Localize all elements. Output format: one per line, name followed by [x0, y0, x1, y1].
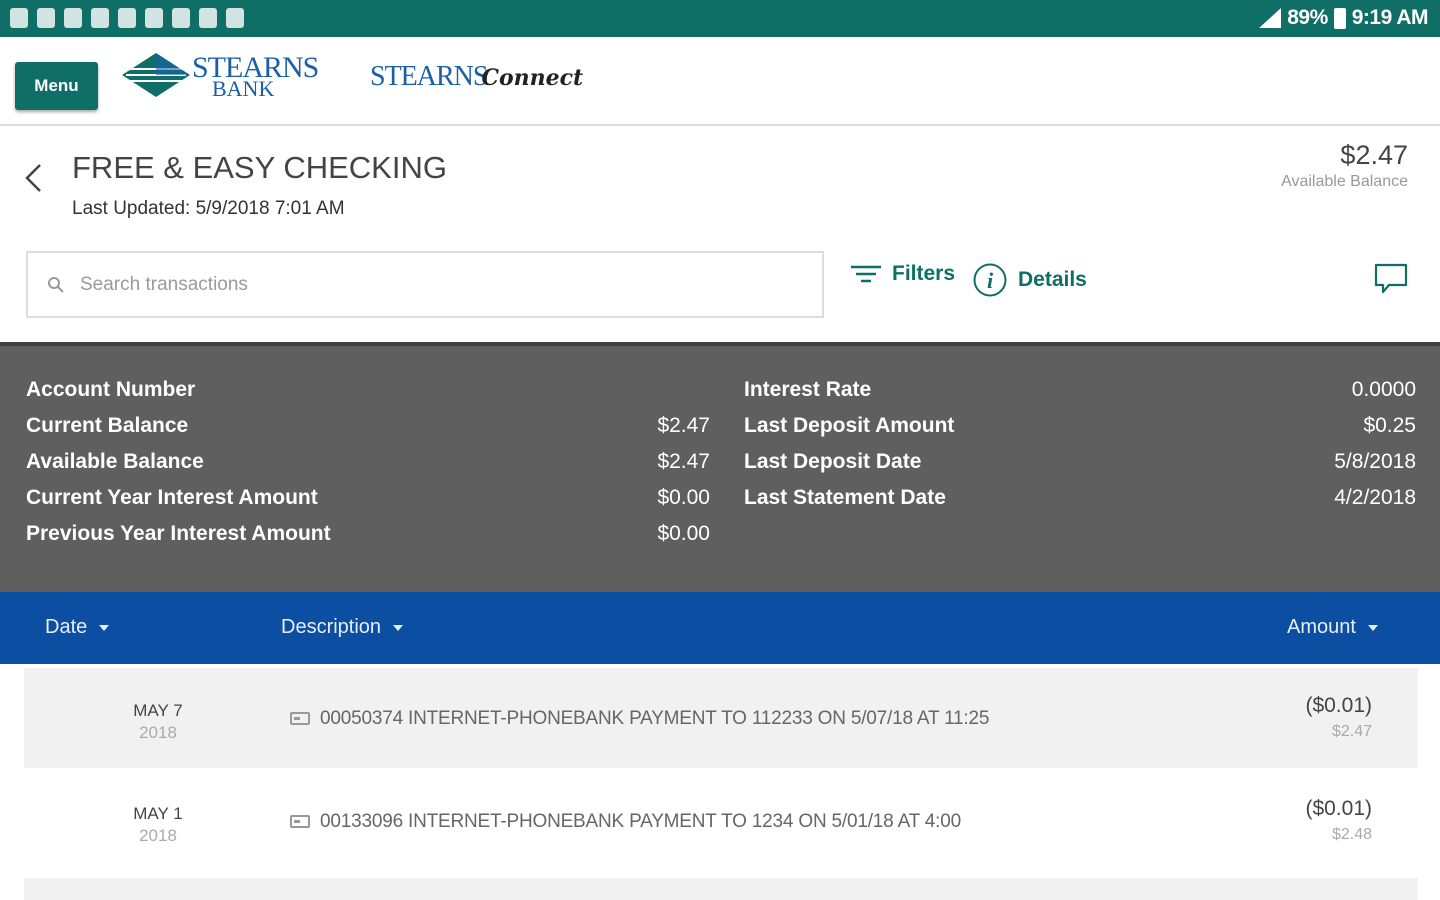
- chat-icon[interactable]: [1373, 262, 1409, 296]
- transaction-running-balance: $2.48: [1331, 826, 1372, 843]
- filters-button[interactable]: Filters: [850, 262, 955, 286]
- menu-button[interactable]: Menu: [15, 62, 98, 110]
- caret-down-icon: [393, 624, 404, 631]
- sort-by-amount[interactable]: Amount: [1287, 616, 1378, 639]
- detail-row: Account Number: [26, 378, 710, 414]
- transaction-card-icon: [290, 815, 310, 828]
- back-chevron-icon[interactable]: [22, 162, 46, 194]
- detail-row: Available Balance $2.47: [26, 450, 710, 486]
- details-label: Details: [1018, 268, 1087, 291]
- status-bar: 89% 9:19 AM: [0, 0, 1440, 37]
- lock-notification-icon: [145, 8, 163, 28]
- caret-down-icon: [1367, 624, 1378, 631]
- transaction-date: MAY 1: [133, 804, 183, 823]
- transaction-year: 2018: [139, 723, 177, 742]
- detail-row: Previous Year Interest Amount $0.00: [26, 522, 710, 558]
- column-amount-label: Amount: [1287, 616, 1356, 638]
- detail-value: 0.0000: [1351, 378, 1416, 401]
- info-icon: i: [973, 263, 1007, 297]
- account-details-panel: Account Number Current Balance $2.47 Avai…: [0, 342, 1440, 592]
- sort-by-date[interactable]: Date: [45, 616, 110, 639]
- notification-icons: [10, 8, 244, 28]
- available-balance-label: Available Balance: [1281, 173, 1408, 190]
- transaction-row[interactable]: MAY 1 2018 00133096 INTERNET-PHONEBANK P…: [24, 771, 1418, 871]
- detail-value: $0.00: [657, 522, 710, 545]
- detail-label: Last Deposit Date: [744, 450, 922, 473]
- detail-label: Current Year Interest Amount: [26, 486, 318, 509]
- stearns-connect-logo: STEARNSConnect: [370, 61, 583, 101]
- transaction-date: MAY 7: [133, 701, 183, 720]
- play-notification-icon: [226, 8, 244, 28]
- detail-row: Current Balance $2.47: [26, 414, 710, 450]
- image-notification-icon: [118, 8, 136, 28]
- download-notification-icon: [64, 8, 82, 28]
- battery-icon: [1333, 7, 1346, 29]
- signal-icon: [1259, 8, 1282, 28]
- transaction-card-icon: [290, 712, 310, 725]
- detail-label: Last Deposit Amount: [744, 414, 955, 437]
- transaction-amount: ($0.01): [1305, 694, 1372, 717]
- available-balance-amount: $2.47: [1340, 140, 1408, 170]
- security-notification-icon: [199, 8, 217, 28]
- logo-text-bank: BANK: [212, 76, 275, 101]
- filter-icon: [851, 265, 881, 283]
- transaction-year: 2018: [139, 826, 177, 845]
- detail-row: Current Year Interest Amount $0.00: [26, 486, 710, 522]
- detail-value: $0.00: [657, 486, 710, 509]
- details-button[interactable]: i Details: [972, 262, 1087, 298]
- detail-label: Available Balance: [26, 450, 204, 473]
- app-header: Menu STEARNS BANK STEARNSConnect: [0, 37, 1440, 126]
- search-icon: [48, 276, 64, 293]
- caret-down-icon: [99, 624, 110, 631]
- detail-value: $0.25: [1363, 414, 1416, 437]
- detail-row: Last Deposit Date 5/8/2018: [744, 450, 1416, 486]
- details-right-column: Interest Rate 0.0000 Last Deposit Amount $…: [744, 378, 1416, 522]
- diamond-logo-icon: [122, 53, 190, 97]
- battery-percent: 89%: [1287, 6, 1328, 29]
- transaction-description: 00050374 INTERNET-PHONEBANK PAYMENT TO 1…: [320, 708, 990, 729]
- svg-text:i: i: [987, 268, 994, 293]
- search-input[interactable]: [80, 273, 780, 296]
- detail-value: 5/8/2018: [1334, 450, 1416, 473]
- transaction-running-balance: $2.47: [1331, 723, 1372, 740]
- detail-row: Last Statement Date 4/2/2018: [744, 486, 1416, 522]
- detail-value: $2.47: [657, 414, 710, 437]
- detail-label: Previous Year Interest Amount: [26, 522, 331, 545]
- download-notification-icon: [91, 8, 109, 28]
- search-box[interactable]: [26, 251, 824, 318]
- clock: 9:19 AM: [1351, 6, 1429, 29]
- transaction-row[interactable]: MAY 7 2018 00050374 INTERNET-PHONEBANK P…: [24, 668, 1418, 768]
- details-left-column: Account Number Current Balance $2.47 Avai…: [26, 378, 710, 558]
- detail-value: $2.47: [657, 450, 710, 473]
- transaction-amount: ($0.01): [1305, 797, 1372, 820]
- column-date-label: Date: [45, 616, 88, 638]
- filters-label: Filters: [892, 262, 956, 285]
- transaction-row-partial[interactable]: [24, 878, 1418, 900]
- account-title: FREE & EASY CHECKING: [72, 150, 447, 185]
- document-notification-icon: [37, 8, 55, 28]
- detail-label: Interest Rate: [744, 378, 872, 401]
- connect-brand-connect: Connect: [481, 65, 584, 91]
- detail-label: Current Balance: [26, 414, 189, 437]
- sort-by-description[interactable]: Description: [281, 616, 404, 639]
- last-updated: Last Updated: 5/9/2018 7:01 AM: [72, 198, 345, 219]
- stearns-bank-logo[interactable]: STEARNS BANK: [120, 49, 319, 101]
- detail-label: Last Statement Date: [744, 486, 946, 509]
- detail-row: Last Deposit Amount $0.25: [744, 414, 1416, 450]
- shield-notification-icon: [172, 8, 190, 28]
- connect-brand-stearns: STEARNS: [370, 61, 488, 92]
- status-right: 89% 9:19 AM: [1259, 6, 1429, 30]
- column-description-label: Description: [281, 616, 382, 638]
- detail-row: Interest Rate 0.0000: [744, 378, 1416, 414]
- detail-value: 4/2/2018: [1334, 486, 1416, 509]
- gallery-notification-icon: [10, 8, 28, 28]
- transactions-table-header: Date Description Amount: [0, 592, 1440, 664]
- detail-label: Account Number: [26, 378, 196, 401]
- transaction-description: 00133096 INTERNET-PHONEBANK PAYMENT TO 1…: [320, 811, 961, 832]
